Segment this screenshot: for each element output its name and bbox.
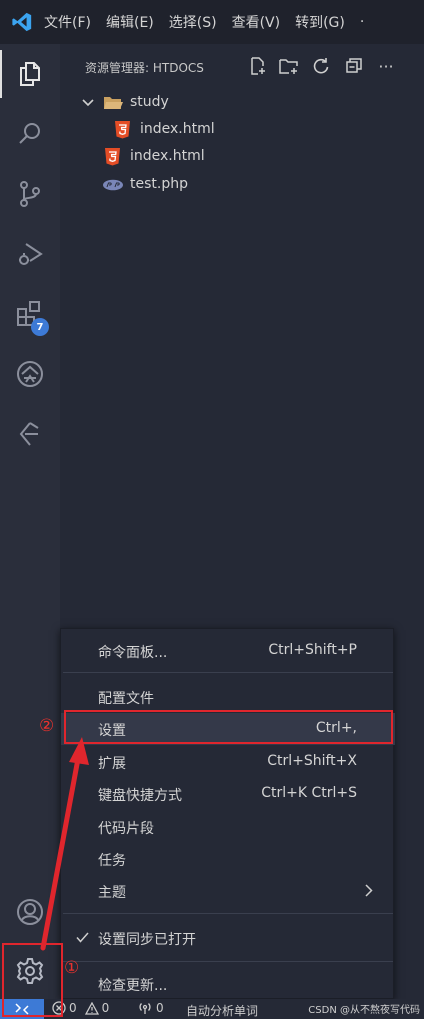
menu-separator [63,913,393,914]
files-icon [20,62,40,86]
explorer-header: 资源管理器: HTDOCS ··· [60,44,424,88]
annotation-box-settings [64,710,393,744]
source-control-icon [20,181,40,207]
warning-count: 0 [101,1001,110,1015]
tree-folder-study[interactable]: study [60,90,424,116]
search-button[interactable] [0,104,60,164]
menu-item-command-palette[interactable]: 命令面板... Ctrl+Shift+P [61,635,395,667]
broadcast-icon [139,1003,151,1014]
extension-view-button[interactable] [0,404,60,464]
run-debug-button[interactable] [0,224,60,284]
tree-file-test-php[interactable]: test.php [60,172,424,198]
menu-item-tasks[interactable]: 任务 [61,843,395,875]
error-count: 0 [69,1001,77,1015]
menu-edit[interactable]: 编辑(E) [106,12,154,32]
search-icon [19,123,40,144]
new-file-icon [251,57,265,75]
menu-item-shortcut: Ctrl+K Ctrl+S [261,785,357,801]
chevron-down-icon [82,99,94,107]
menu-item-shortcut: Ctrl+Shift+P [268,642,357,658]
menu-item-label: 命令面板... [98,645,168,661]
menu-selection[interactable]: 选择(S) [169,12,217,32]
menu-item-extensions[interactable]: 扩展 Ctrl+Shift+X [61,746,395,778]
collapse-all-button[interactable] [344,56,364,76]
manage-context-menu: 命令面板... Ctrl+Shift+P 配置文件 设置 Ctrl+, 扩展 C… [60,628,395,1000]
ellipsis-icon: ··· [378,56,394,76]
menu-item-label: 检查更新... [98,978,168,994]
menu-item-shortcut: Ctrl+Shift+X [267,753,357,769]
explorer-button[interactable] [0,44,60,104]
menu-item-themes[interactable]: 主题 [61,875,395,907]
menu-file[interactable]: 文件(F) [44,12,91,32]
menu-item-label: 扩展 [98,756,126,772]
html5-icon [115,121,130,139]
vscode-logo-icon [0,0,44,44]
source-control-button[interactable] [0,164,60,224]
warning-icon [84,1001,99,1015]
remote-explorer-icon [17,361,43,387]
new-file-button[interactable] [248,56,268,76]
extensions-button[interactable]: 7 [0,284,60,344]
annotation-number-two: ② [39,716,55,736]
menu-view[interactable]: 查看(V) [232,12,281,32]
remote-explorer-button[interactable] [0,344,60,404]
watermark: CSDN @从不熬夜写代码 [308,1005,420,1016]
accounts-button[interactable] [0,882,60,942]
menu-more[interactable]: · [360,14,364,30]
menu-item-label: 主题 [98,885,126,901]
tree-item-label: index.html [130,148,205,164]
menu-item-settings-sync[interactable]: 设置同步已打开 [61,922,395,954]
activity-bar: 7 [0,44,60,1019]
folder-open-icon [104,97,123,109]
extensions-badge: 7 [31,318,49,336]
menu-item-snippets[interactable]: 代码片段 [61,811,395,843]
menu-separator [63,672,393,673]
annotation-number-one: ① [64,958,80,978]
explorer-title: 资源管理器: HTDOCS [85,61,204,75]
menu-item-keyboard-shortcuts[interactable]: 键盘快捷方式 Ctrl+K Ctrl+S [61,778,395,810]
tree-file-index-html[interactable]: index.html [60,144,424,170]
menu-item-check-updates[interactable]: 检查更新... [61,968,395,1000]
chevron-right-icon [365,884,373,897]
tree-item-label: index.html [140,121,215,137]
menu-separator [63,961,393,962]
menu-item-label: 键盘快捷方式 [98,788,182,804]
php-icon [103,179,123,191]
menu-go[interactable]: 转到(G) [295,12,345,32]
collapse-all-icon [346,58,362,73]
ports-indicator[interactable]: 0 [137,1001,164,1015]
status-text[interactable]: 自动分析单词 [186,1002,258,1019]
checkmark-icon [76,932,89,943]
ports-count: 0 [156,1001,164,1015]
new-folder-button[interactable] [279,56,299,76]
title-bar: 文件(F) 编辑(E) 选择(S) 查看(V) 转到(G) · [0,0,424,44]
new-folder-icon [279,59,298,74]
account-icon [17,899,43,925]
more-actions-button[interactable]: ··· [376,56,396,76]
extension-view-icon [19,422,39,446]
menu-item-label: 设置同步已打开 [98,932,196,948]
refresh-icon [313,58,329,74]
menu-item-label: 任务 [98,853,126,869]
tree-item-label: test.php [130,176,188,192]
menu-item-label: 代码片段 [98,821,154,837]
menu-item-label: 配置文件 [98,691,154,707]
tree-file-study-index-html[interactable]: index.html [60,117,424,143]
menu-item-profile[interactable]: 配置文件 [61,681,395,713]
refresh-button[interactable] [311,56,331,76]
tree-item-label: study [130,94,169,110]
annotation-box-gear [2,943,63,1017]
run-debug-icon [19,243,43,265]
html5-icon [105,148,120,166]
